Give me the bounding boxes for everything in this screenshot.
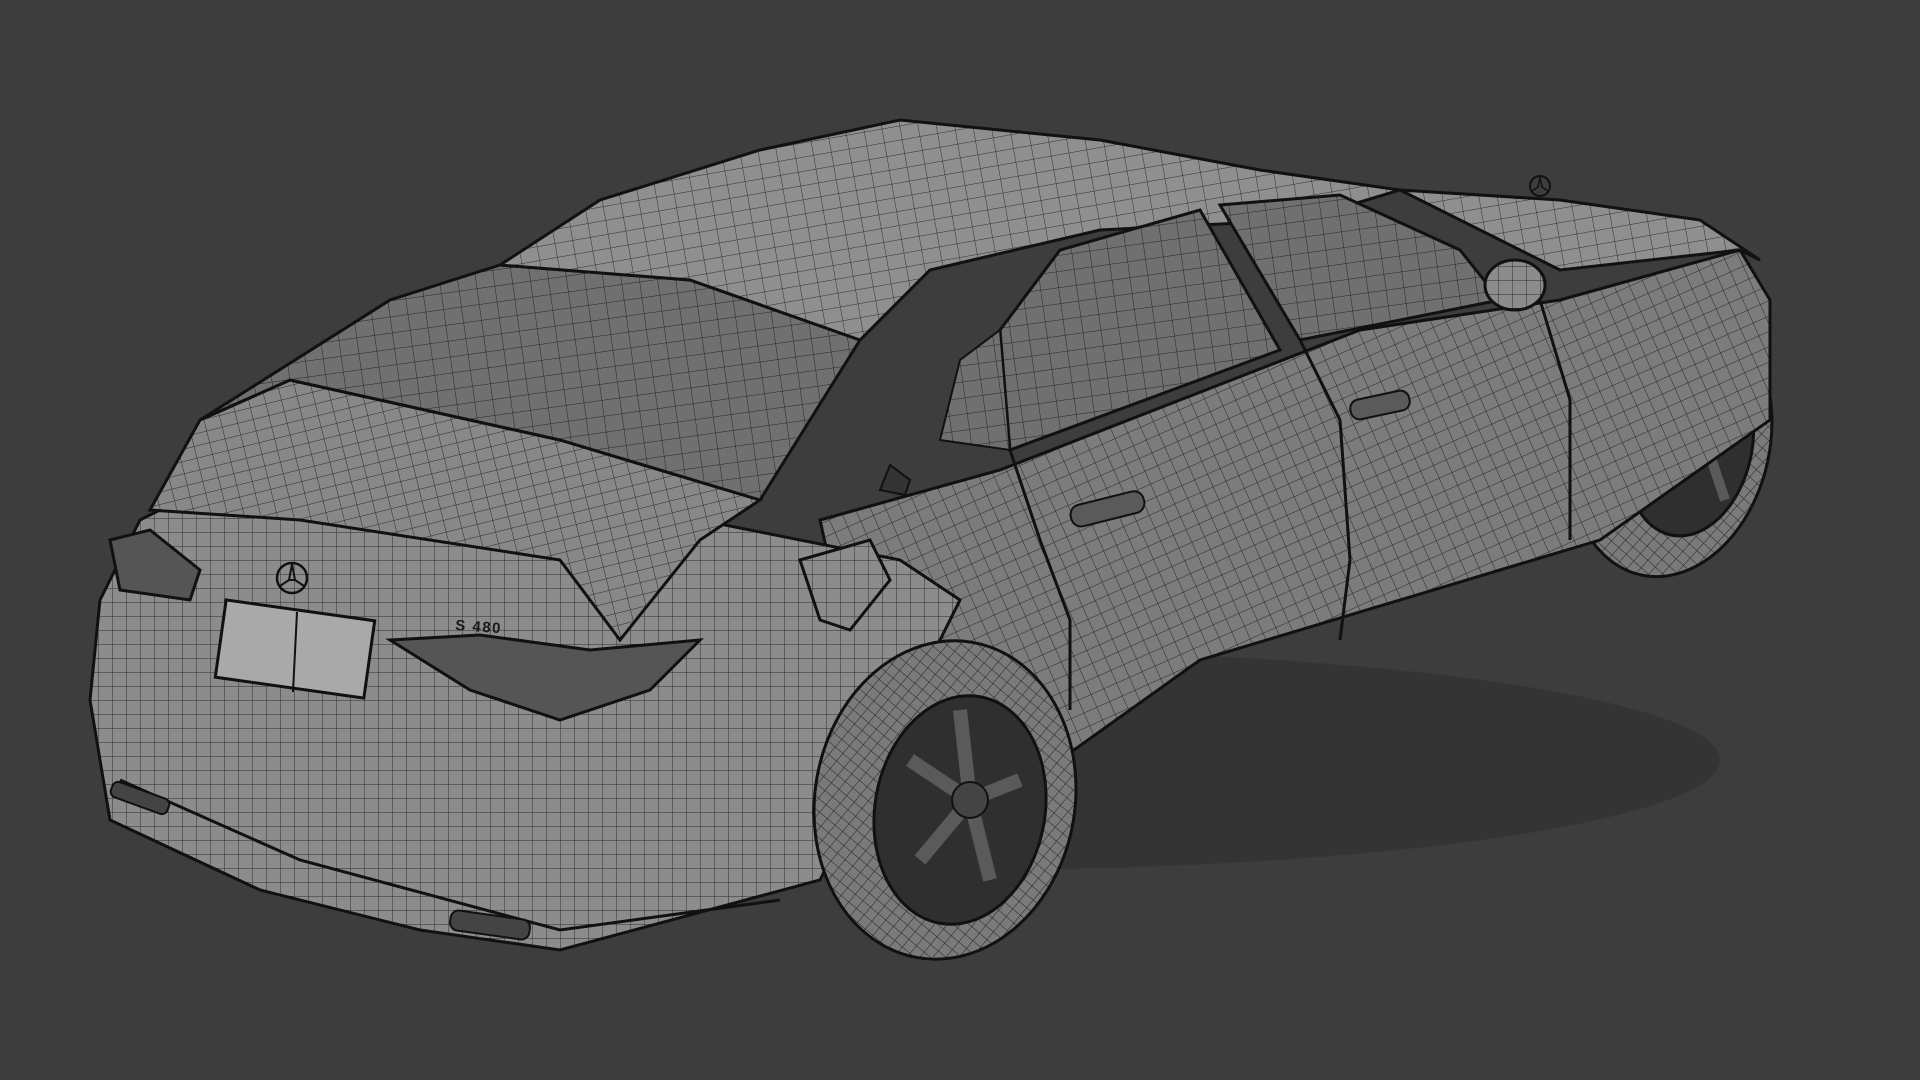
hood-star-emblem-icon bbox=[1529, 175, 1551, 197]
car-model-render[interactable]: S 480 bbox=[0, 0, 1920, 1080]
quarter-window bbox=[938, 328, 1012, 452]
3d-viewport[interactable]: S 480 bbox=[0, 0, 1920, 1080]
trunk-model-badge: S 480 bbox=[455, 617, 503, 637]
side-mirror bbox=[1483, 258, 1547, 312]
shark-fin-antenna bbox=[878, 463, 912, 497]
